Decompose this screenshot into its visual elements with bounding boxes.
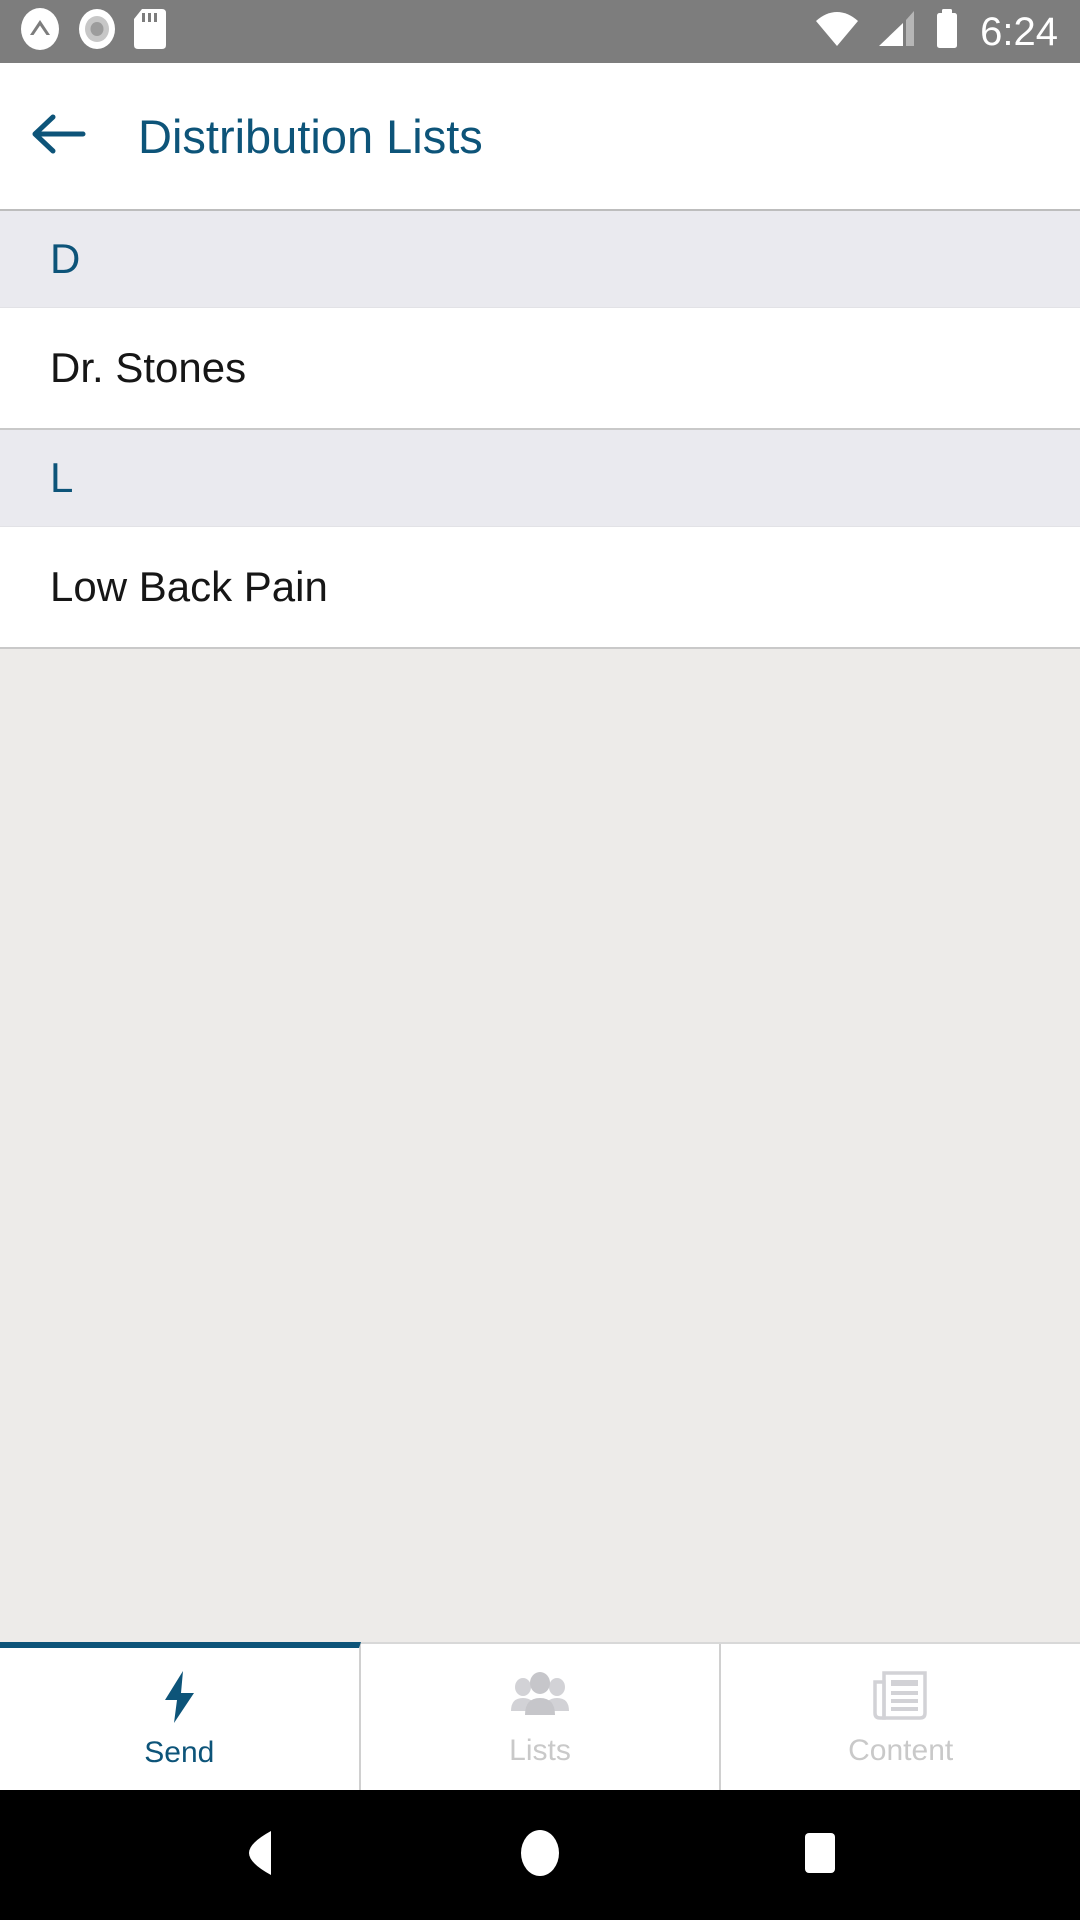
nav-back-button[interactable] bbox=[205, 1800, 315, 1910]
page-title: Distribution Lists bbox=[138, 109, 483, 163]
list-item-label: Low Back Pain bbox=[50, 563, 328, 610]
tab-lists[interactable]: Lists bbox=[360, 1644, 722, 1790]
sd-card-icon bbox=[132, 7, 168, 56]
tab-content-label: Content bbox=[848, 1734, 954, 1767]
empty-list-space bbox=[0, 649, 1080, 1642]
battery-icon bbox=[934, 8, 960, 55]
back-button[interactable] bbox=[22, 99, 96, 173]
list-item[interactable]: Low Back Pain bbox=[0, 527, 1080, 649]
caret-circle-icon bbox=[18, 7, 62, 56]
nav-home-button[interactable] bbox=[485, 1800, 595, 1910]
tab-send-label: Send bbox=[144, 1736, 215, 1769]
people-group-icon bbox=[509, 1668, 571, 1722]
list-item[interactable]: Dr. Stones bbox=[0, 308, 1080, 430]
back-triangle-icon bbox=[237, 1828, 283, 1883]
newspaper-icon bbox=[872, 1668, 930, 1722]
phone-screen: 6:24 Distribution Lists D Dr. Stones L L… bbox=[0, 0, 1080, 1920]
section-header-l: L bbox=[0, 430, 1080, 527]
android-navigation-bar bbox=[0, 1790, 1080, 1920]
status-bar-right-icons: 6:24 bbox=[814, 8, 1058, 55]
arrow-left-icon bbox=[31, 111, 87, 162]
tab-lists-label: Lists bbox=[509, 1734, 571, 1767]
tab-content[interactable]: Content bbox=[721, 1644, 1080, 1790]
status-bar-left-icons bbox=[18, 7, 168, 56]
recents-square-icon bbox=[799, 1830, 841, 1881]
wifi-icon bbox=[814, 9, 860, 54]
tab-send[interactable]: Send bbox=[0, 1642, 361, 1790]
nav-recents-button[interactable] bbox=[765, 1800, 875, 1910]
lightning-bolt-icon bbox=[157, 1670, 201, 1724]
cellular-signal-icon bbox=[876, 9, 918, 54]
section-header-d: D bbox=[0, 211, 1080, 308]
status-bar: 6:24 bbox=[0, 0, 1080, 63]
record-circle-icon bbox=[76, 8, 118, 55]
distribution-lists-container: D Dr. Stones L Low Back Pain bbox=[0, 209, 1080, 1642]
bottom-tab-bar: Send Lists Content bbox=[0, 1642, 1080, 1790]
home-circle-icon bbox=[517, 1827, 563, 1884]
list-item-label: Dr. Stones bbox=[50, 344, 247, 391]
app-bar: Distribution Lists bbox=[0, 63, 1080, 209]
status-bar-clock: 6:24 bbox=[980, 9, 1058, 54]
